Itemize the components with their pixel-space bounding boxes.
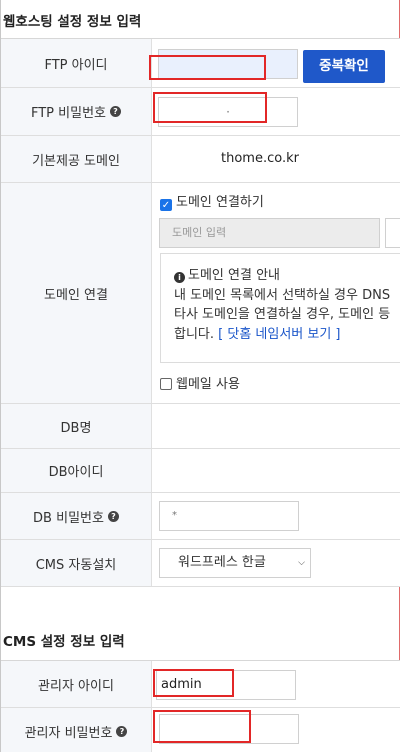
admin-pw-label: 관리자 비밀번호 <box>24 725 113 741</box>
db-pw-label-cell: DB 비밀번호? <box>1 493 152 539</box>
cms-form-table: 관리자 아이디 admin 관리자 비밀번호? <box>1 660 400 752</box>
base-domain-label: 기본제공 도메인 <box>1 136 152 182</box>
row-db-id: DB아이디 <box>1 449 400 493</box>
row-db-pw: DB 비밀번호? * <box>1 493 400 540</box>
row-ftp-pw: FTP 비밀번호? · <box>1 88 400 136</box>
row-base-domain: 기본제공 도메인 thome.co.kr <box>1 136 400 183</box>
duplicate-check-button[interactable]: 중복확인 <box>303 50 385 83</box>
db-pw-label: DB 비밀번호 <box>33 510 104 526</box>
row-admin-pw: 관리자 비밀번호? <box>1 708 400 752</box>
cms-select[interactable]: 워드프레스 한글 ⌵ <box>159 548 311 578</box>
webmail-checkbox-row[interactable]: 웹메일 사용 <box>160 373 240 392</box>
ftp-pw-label: FTP 비밀번호 <box>30 106 106 121</box>
domain-input[interactable]: 도메인 입력 <box>159 218 380 248</box>
domain-connect-label: 도메인 연결 <box>1 183 152 403</box>
hosting-form-table: FTP 아이디 중복확인 FTP 비밀번호? · 기본제공 도메인 thome.… <box>1 38 400 587</box>
row-cms-install: CMS 자동설치 워드프레스 한글 ⌵ <box>1 540 400 587</box>
domain-connect-checkbox-row[interactable]: ✓ 도메인 연결하기 <box>160 191 264 211</box>
ftp-id-label: FTP 아이디 <box>1 39 152 87</box>
row-domain-connect: 도메인 연결 ✓ 도메인 연결하기 도메인 입력 i 도메인 연결 안내 내 도메인… <box>1 183 400 404</box>
help-icon[interactable]: ? <box>110 106 121 117</box>
db-name-label: DB명 <box>1 404 152 448</box>
ftp-id-highlight <box>149 55 266 80</box>
db-password-input[interactable]: * <box>159 501 299 531</box>
domain-connect-checkbox-label: 도메인 연결하기 <box>176 195 264 210</box>
admin-pw-label-cell: 관리자 비밀번호? <box>1 708 152 752</box>
info-title: 도메인 연결 안내 <box>188 268 280 283</box>
nameserver-link[interactable]: [ 닷홈 네임서버 보기 ] <box>218 327 340 342</box>
ftp-password-highlight <box>153 92 267 123</box>
help-icon[interactable]: ? <box>116 725 128 737</box>
cms-install-label: CMS 자동설치 <box>1 540 152 586</box>
ftp-pw-label-cell: FTP 비밀번호? <box>1 88 152 135</box>
row-db-name: DB명 <box>1 404 400 449</box>
help-icon[interactable]: ? <box>107 510 119 522</box>
domain-suffix-input[interactable] <box>385 218 400 248</box>
webmail-label: 웹메일 사용 <box>176 377 240 392</box>
admin-id-highlight <box>153 669 234 697</box>
cms-section-title: CMS 설정 정보 입력 <box>3 634 125 650</box>
admin-password-highlight <box>153 710 251 743</box>
info-icon: i <box>174 272 185 283</box>
info-line-2: 타사 도메인을 연결하실 경우, 도메인 등 <box>174 307 391 322</box>
db-id-label: DB아이디 <box>1 449 152 492</box>
cms-select-value: 워드프레스 한글 <box>178 555 266 570</box>
chevron-down-icon: ⌵ <box>298 558 305 568</box>
admin-id-label: 관리자 아이디 <box>1 661 152 707</box>
base-domain-value: thome.co.kr <box>221 151 299 166</box>
domain-info-box: i 도메인 연결 안내 내 도메인 목록에서 선택하실 경우 DNS 타사 도메인… <box>160 253 400 363</box>
page-frame: 웹호스팅 설정 정보 입력 FTP 아이디 중복확인 FTP 비밀번호? · 기… <box>0 0 400 752</box>
info-line-3: 합니다. <box>174 326 215 342</box>
hosting-section-title: 웹호스팅 설정 정보 입력 <box>3 14 142 30</box>
row-ftp-id: FTP 아이디 중복확인 <box>1 39 400 88</box>
info-line-1: 내 도메인 목록에서 선택하실 경우 DNS <box>174 287 391 303</box>
checkbox-checked-icon[interactable]: ✓ <box>160 199 172 211</box>
checkbox-unchecked-icon[interactable] <box>160 378 172 390</box>
row-admin-id: 관리자 아이디 admin <box>1 661 400 708</box>
